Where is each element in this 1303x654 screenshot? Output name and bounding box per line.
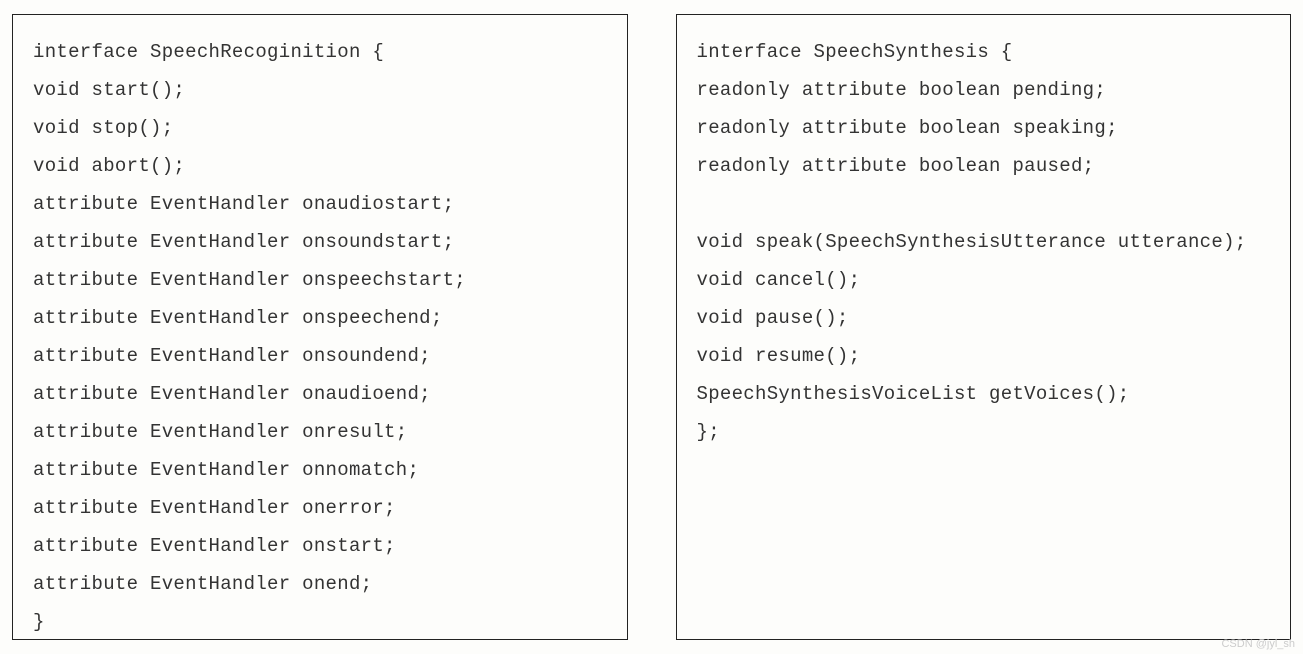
code-line: SpeechSynthesisVoiceList getVoices(); — [697, 375, 1273, 413]
code-line: }; — [697, 413, 1273, 451]
code-line: attribute EventHandler onsoundend; — [33, 337, 609, 375]
code-line: attribute EventHandler onstart; — [33, 527, 609, 565]
code-line: readonly attribute boolean paused; — [697, 147, 1273, 185]
code-line: readonly attribute boolean pending; — [697, 71, 1273, 109]
code-line: } — [33, 603, 609, 641]
code-line: void speak(SpeechSynthesisUtterance utte… — [697, 223, 1273, 261]
code-line: void abort(); — [33, 147, 609, 185]
code-line: attribute EventHandler onspeechstart; — [33, 261, 609, 299]
code-box-left: interface SpeechRecoginition { void star… — [12, 14, 628, 640]
code-line: attribute EventHandler onaudioend; — [33, 375, 609, 413]
code-line: attribute EventHandler onaudiostart; — [33, 185, 609, 223]
code-box-right: interface SpeechSynthesis { readonly att… — [676, 14, 1292, 640]
code-line: attribute EventHandler onnomatch; — [33, 451, 609, 489]
code-line: attribute EventHandler onspeechend; — [33, 299, 609, 337]
code-line: attribute EventHandler onresult; — [33, 413, 609, 451]
code-line: void pause(); — [697, 299, 1273, 337]
code-line: attribute EventHandler onend; — [33, 565, 609, 603]
code-line: readonly attribute boolean speaking; — [697, 109, 1273, 147]
code-line: attribute EventHandler onerror; — [33, 489, 609, 527]
code-line: void cancel(); — [697, 261, 1273, 299]
code-line: void resume(); — [697, 337, 1273, 375]
code-line: interface SpeechSynthesis { — [697, 33, 1273, 71]
code-line: void stop(); — [33, 109, 609, 147]
watermark: CSDN @jyl_sh — [1221, 638, 1295, 650]
code-line: void start(); — [33, 71, 609, 109]
code-line: interface SpeechRecoginition { — [33, 33, 609, 71]
code-line: attribute EventHandler onsoundstart; — [33, 223, 609, 261]
code-line-blank — [697, 185, 1273, 223]
